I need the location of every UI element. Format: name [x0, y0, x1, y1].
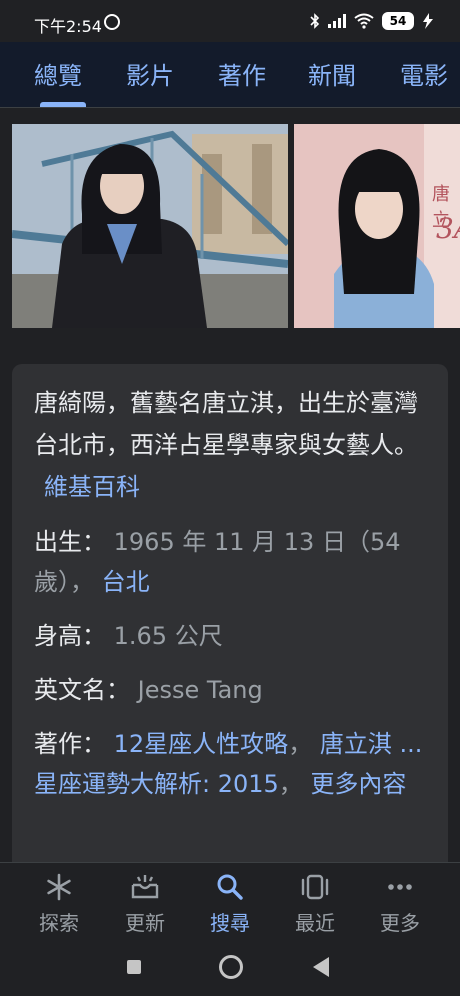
tab-videos[interactable]: 影片 [126, 56, 174, 91]
bottom-navigation: 探索 更新 搜尋 最近 更多 [0, 862, 460, 942]
image-carousel[interactable]: 唐立 3A [0, 108, 460, 344]
height-value: 1.65 公尺 [113, 622, 223, 650]
person-photo-1[interactable] [12, 124, 288, 328]
works-separator-2: ， [278, 770, 303, 798]
charging-icon [423, 13, 433, 29]
status-time: 下午2:54 [34, 17, 102, 36]
system-navigation [0, 942, 460, 996]
more-dots-icon [365, 873, 435, 901]
fact-birth: 出生： 1965 年 11 月 13 日（54歲）， 台北 [34, 522, 426, 602]
nav-more-label: 更多 [380, 911, 420, 935]
wifi-icon [354, 13, 374, 29]
battery-level: 54 [389, 14, 407, 28]
inbox-icon [110, 873, 180, 901]
battery-icon: 54 [382, 12, 414, 30]
recents-button[interactable] [127, 960, 141, 974]
knowledge-card: 唐綺陽，舊藝名唐立淇，出生於臺灣台北市，西洋占星學專家與女藝人。 維基百科 出生… [12, 364, 448, 884]
search-icon [195, 873, 265, 901]
nav-discover[interactable]: 探索 [24, 873, 94, 936]
person-photo-2[interactable]: 唐立 3A [294, 124, 460, 328]
status-bar: 下午2:54 54 [0, 0, 460, 42]
nav-more[interactable]: 更多 [365, 873, 435, 936]
alarm-icon [104, 14, 120, 30]
nav-updates[interactable]: 更新 [110, 873, 180, 936]
recent-tabs-icon [280, 873, 350, 901]
fact-english-name: 英文名： Jesse Tang [34, 670, 426, 710]
fact-works: 著作： 12星座人性攻略， 唐立淇 ... 星座運勢大解析: 2015， 更多內… [34, 724, 426, 804]
bluetooth-icon [310, 13, 320, 29]
birth-label: 出生： [34, 528, 106, 556]
works-separator-1: ， [288, 730, 313, 758]
tab-overview[interactable]: 總覽 [34, 56, 82, 91]
fact-height: 身高： 1.65 公尺 [34, 616, 426, 656]
tab-news[interactable]: 新聞 [308, 56, 356, 91]
english-name-label: 英文名： [34, 676, 130, 704]
english-name-value: Jesse Tang [137, 676, 263, 704]
tab-works[interactable]: 著作 [218, 56, 266, 91]
home-button[interactable] [219, 955, 243, 979]
description-text: 唐綺陽，舊藝名唐立淇，出生於臺灣台北市，西洋占星學專家與女藝人。 [34, 389, 418, 459]
nav-updates-label: 更新 [125, 911, 165, 935]
back-button[interactable] [313, 957, 329, 977]
wikipedia-link[interactable]: 維基百科 [44, 473, 140, 501]
height-label: 身高： [34, 622, 106, 650]
works-label: 著作： [34, 730, 106, 758]
description: 唐綺陽，舊藝名唐立淇，出生於臺灣台北市，西洋占星學專家與女藝人。 維基百科 [34, 382, 426, 508]
tab-bar: 總覽 影片 著作 新聞 電影 [0, 42, 460, 108]
status-right: 54 [310, 12, 434, 30]
nav-recent[interactable]: 最近 [280, 873, 350, 936]
signal-icon [328, 14, 346, 28]
more-works-link[interactable]: 更多內容 [310, 770, 406, 798]
tab-movies[interactable]: 電影 [400, 56, 448, 91]
work-link-1[interactable]: 12星座人性攻略 [114, 730, 289, 758]
birth-place-link[interactable]: 台北 [102, 568, 150, 596]
nav-recent-label: 最近 [295, 911, 335, 935]
nav-search[interactable]: 搜尋 [195, 873, 265, 936]
asterisk-icon [24, 873, 94, 901]
nav-discover-label: 探索 [39, 911, 79, 935]
nav-search-label: 搜尋 [210, 911, 250, 935]
photo-overlay-text-2: 3A [436, 212, 460, 245]
tab-indicator [40, 102, 86, 107]
